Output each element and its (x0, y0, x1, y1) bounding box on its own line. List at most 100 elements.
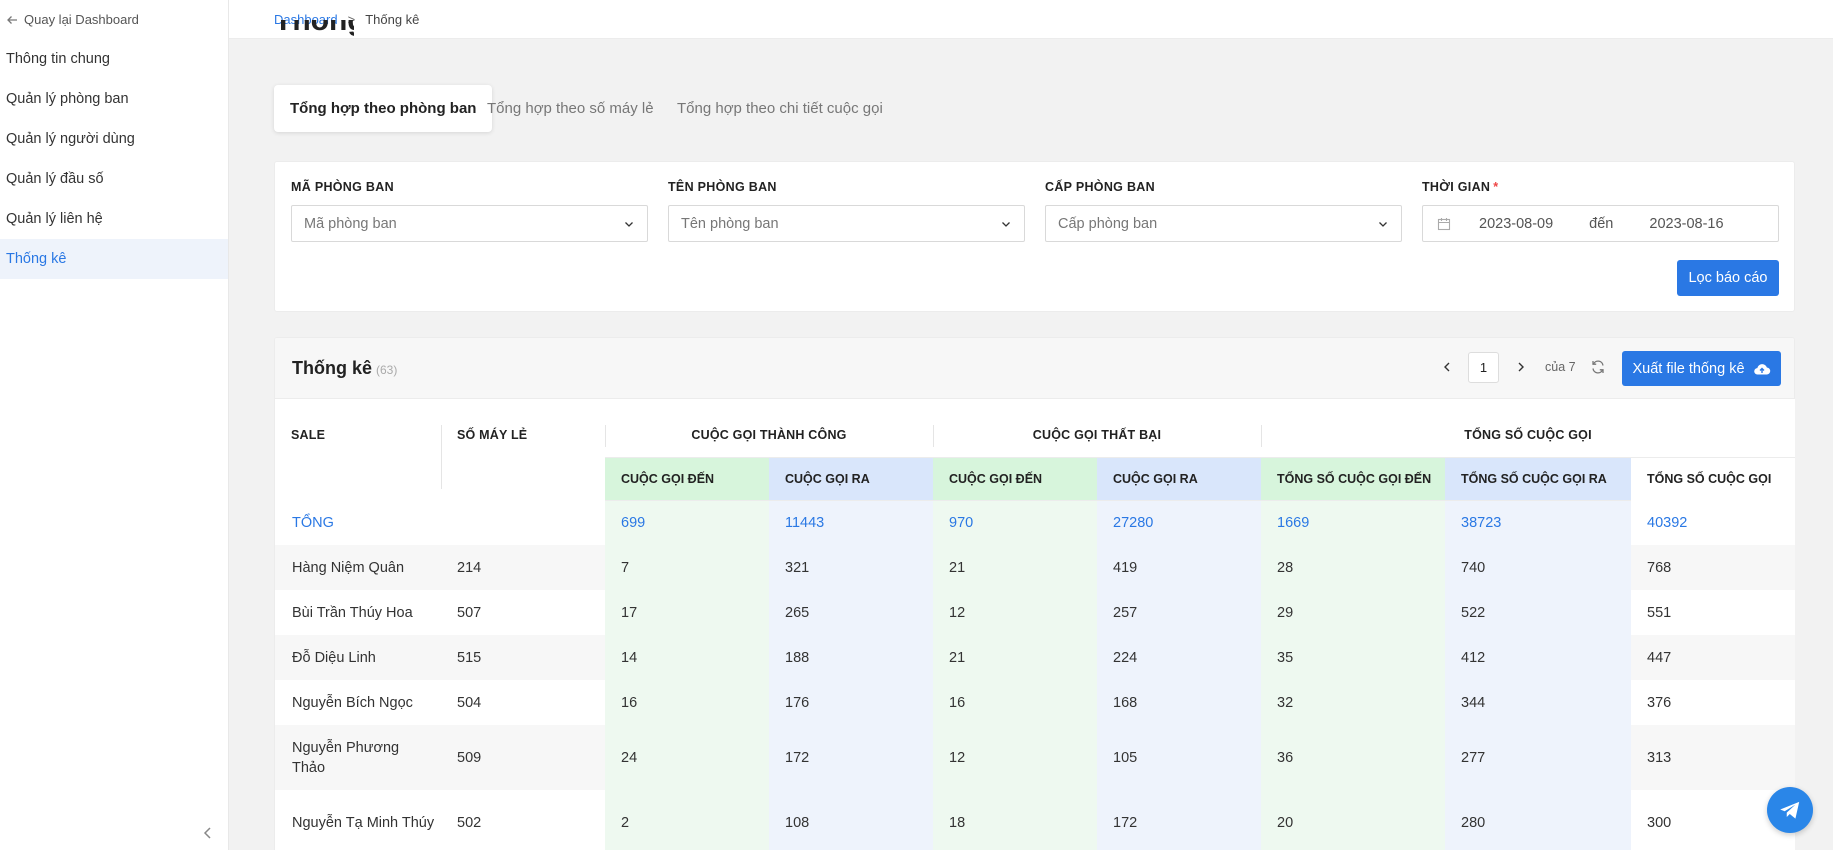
value-cell: 21 (949, 559, 966, 576)
sale-name: Nguyễn Phương Thảo (292, 739, 400, 776)
total-value-cell[interactable]: 1669 (1261, 500, 1445, 545)
sidebar-item-users[interactable]: Quản lý người dùng (0, 119, 228, 159)
export-label: Xuất file thống kê (1632, 360, 1745, 377)
value-cell: 28 (1277, 559, 1294, 576)
table-row: Nguyễn Phương Thảo 509 24 172 12 105 36 277 313 (275, 725, 1795, 790)
value-cell: 313 (1647, 749, 1672, 766)
back-to-dashboard-link[interactable]: Quay lại Dashboard (0, 0, 228, 39)
calendar-icon (1437, 217, 1451, 230)
prev-page-icon[interactable] (1440, 360, 1454, 374)
total-value-cell[interactable]: 40392 (1631, 500, 1795, 545)
dept-name-select[interactable]: Tên phòng ban (668, 205, 1025, 242)
value-cell: 36 (1277, 749, 1294, 766)
value-cell: 522 (1461, 604, 1486, 621)
total-value-cell[interactable]: 27280 (1097, 500, 1261, 545)
extension-number: 504 (457, 694, 482, 711)
col-group-total: TỔNG SỐ CUỘC GỌI (1464, 428, 1592, 442)
value-cell: 376 (1647, 694, 1672, 711)
total-value-cell[interactable]: 11443 (769, 500, 933, 545)
col-header-extension: SỐ MÁY LẺ (457, 428, 528, 442)
tab-by-department[interactable]: Tổng hợp theo phòng ban (274, 85, 493, 132)
col-header-total-all: TỔNG SỐ CUỘC GỌI (1631, 458, 1795, 500)
value-cell: 172 (785, 749, 810, 766)
table-row: Bùi Trần Thúy Hoa 507 17 265 12 257 29 522 551 (275, 590, 1795, 635)
value-cell: 7 (621, 559, 630, 576)
value-cell: 16 (949, 694, 966, 711)
back-label: Quay lại Dashboard (24, 12, 139, 27)
required-marker: * (1493, 180, 1499, 194)
stats-header: Thống kê (63) 1 của 7 Xuất file thống kê (275, 338, 1794, 399)
col-divider (441, 425, 442, 489)
sidebar: Quay lại Dashboard Thông tin chung Quản … (0, 0, 229, 850)
sidebar-item-label: Thống kê (6, 251, 67, 267)
next-page-icon[interactable] (1514, 360, 1528, 374)
page-title: Thống kê (274, 20, 354, 39)
sidebar-item-contacts[interactable]: Quản lý liên hệ (0, 199, 228, 239)
sidebar-item-statistics[interactable]: Thống kê (0, 239, 228, 279)
refresh-icon[interactable] (1590, 359, 1606, 375)
col-header-failed-in: CUỘC GỌI ĐẾN (933, 458, 1097, 500)
collapse-sidebar-icon[interactable] (200, 825, 216, 841)
sidebar-item-departments[interactable]: Quản lý phòng ban (0, 79, 228, 119)
filter-report-button[interactable]: Lọc báo cáo (1677, 260, 1779, 296)
value-cell: 12 (949, 749, 966, 766)
extension-number: 509 (457, 749, 482, 766)
value-cell: 188 (785, 649, 810, 666)
dept-code-select[interactable]: Mã phòng ban (291, 205, 648, 242)
sidebar-item-label: Quản lý phòng ban (6, 91, 129, 107)
chevron-down-icon (1002, 221, 1010, 227)
sale-name: Nguyễn Bích Ngọc (292, 694, 413, 711)
date-range-picker[interactable]: 2023-08-09 đến 2023-08-16 (1422, 205, 1779, 242)
value-cell: 14 (621, 649, 638, 666)
value-cell: 20 (1277, 814, 1294, 831)
value-cell: 105 (1113, 749, 1138, 766)
value-cell: 277 (1461, 749, 1486, 766)
value-cell: 108 (785, 814, 810, 831)
filter-panel: MÃ PHÒNG BAN Mã phòng ban TÊN PHÒNG BAN … (274, 161, 1795, 312)
table-row: Hàng Niệm Quân 214 7 321 21 419 28 740 768 (275, 545, 1795, 590)
value-cell: 21 (949, 649, 966, 666)
export-stats-button[interactable]: Xuất file thống kê (1622, 351, 1781, 386)
value-cell: 18 (949, 814, 966, 831)
chevron-down-icon (625, 221, 633, 227)
table-row: Nguyễn Tạ Minh Thúy 502 2 108 18 172 20 280 300 (275, 790, 1795, 850)
sidebar-item-label: Quản lý liên hệ (6, 211, 103, 227)
value-cell: 768 (1647, 559, 1672, 576)
extension-number: 214 (457, 559, 482, 576)
value-cell: 172 (1113, 814, 1138, 831)
page-input[interactable]: 1 (1468, 352, 1499, 383)
table-row: Đỗ Diệu Linh 515 14 188 21 224 35 412 447 (275, 635, 1795, 680)
dept-level-label: CẤP PHÒNG BAN (1045, 180, 1155, 194)
sidebar-item-numbers[interactable]: Quản lý đầu số (0, 159, 228, 199)
value-cell: 35 (1277, 649, 1294, 666)
sale-name: Hàng Niệm Quân (292, 559, 405, 576)
sale-name: Nguyễn Tạ Minh Thúy (292, 814, 435, 831)
col-header-failed-out: CUỘC GỌI RA (1097, 458, 1261, 500)
total-value-cell[interactable]: 699 (605, 500, 769, 545)
date-to[interactable]: 2023-08-16 (1649, 216, 1723, 232)
value-cell: 412 (1461, 649, 1486, 666)
tab-by-call-detail[interactable]: Tổng hợp theo chi tiết cuộc gọi (677, 85, 883, 132)
dept-name-placeholder: Tên phòng ban (681, 215, 779, 232)
total-value-cell[interactable]: 38723 (1445, 500, 1631, 545)
telegram-fab[interactable] (1767, 787, 1813, 833)
value-cell: 12 (949, 604, 966, 621)
sidebar-item-general[interactable]: Thông tin chung (0, 39, 228, 79)
value-cell: 16 (621, 694, 638, 711)
sidebar-item-label: Thông tin chung (6, 51, 110, 67)
time-label: THỜI GIAN * (1422, 180, 1499, 194)
paper-plane-icon (1780, 801, 1800, 819)
col-group-failed: CUỘC GỌI THẤT BẠI (1032, 428, 1162, 442)
value-cell: 740 (1461, 559, 1486, 576)
dept-level-select[interactable]: Cấp phòng ban (1045, 205, 1402, 242)
date-from[interactable]: 2023-08-09 (1479, 216, 1553, 232)
sale-name: Đỗ Diệu Linh (292, 649, 376, 666)
total-label: TỔNG (292, 514, 334, 531)
col-group-success: CUỘC GỌI THÀNH CÔNG (691, 428, 847, 442)
col-header-total-out: TỔNG SỐ CUỘC GỌI RA (1445, 458, 1631, 500)
value-cell: 265 (785, 604, 810, 621)
total-value-cell[interactable]: 970 (933, 500, 1097, 545)
chevron-down-icon (1379, 221, 1387, 227)
cloud-upload-icon (1753, 363, 1770, 375)
tab-by-extension[interactable]: Tổng hợp theo số máy lẻ (487, 85, 654, 132)
